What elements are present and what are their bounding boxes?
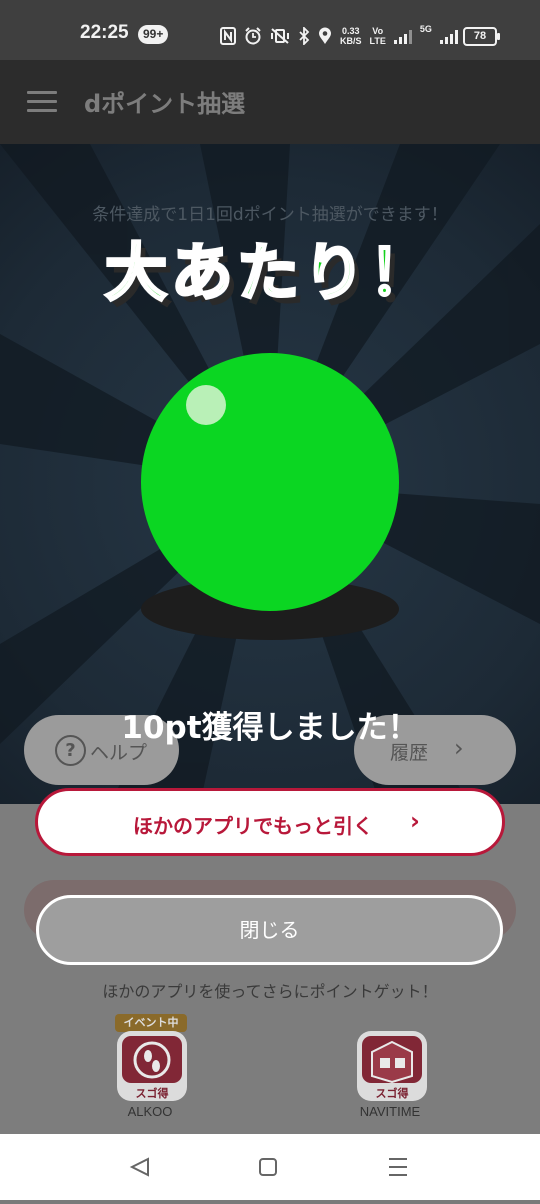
navitime-tag: スゴ得 [375, 1087, 409, 1100]
network-speed-value: 0.33 [341, 26, 360, 36]
menu-icon[interactable] [27, 91, 57, 113]
home-button[interactable] [238, 1134, 298, 1200]
navitime-app-name: NAVITIME [359, 1104, 421, 1119]
signal-5g-label: 5G [419, 24, 432, 34]
network-speed: 0.33 KB/S [340, 26, 362, 46]
signal-icon [393, 28, 412, 44]
alkoo-tag: スゴ得 [135, 1087, 169, 1100]
promo-text: ほかのアプリを使ってさらにポイントゲット！ [102, 982, 438, 1001]
status-icons: 0.33 KB/S Vo LTE 5G [220, 24, 458, 48]
close-button[interactable]: 閉じる [36, 895, 503, 965]
event-badge: イベント中 [115, 1014, 187, 1032]
draw-more-button[interactable]: ほかのアプリでもっと引く › [35, 788, 505, 856]
chevron-right-icon: › [410, 807, 420, 835]
navitime-app-tile[interactable]: スゴ得 [357, 1031, 427, 1101]
draw-more-label: ほかのアプリでもっと引く [133, 814, 373, 838]
alkoo-app-icon [122, 1036, 182, 1083]
volte-bottom: LTE [369, 36, 386, 46]
clock: 22:25 [80, 22, 129, 43]
location-icon [319, 27, 331, 44]
notification-count-badge: 99+ [138, 25, 169, 44]
lottery-ball [141, 353, 399, 611]
back-triangle-icon [129, 1157, 149, 1177]
alarm-icon [245, 27, 261, 45]
battery-icon: 78 [463, 27, 500, 46]
vibrate-off-icon [271, 28, 289, 44]
alkoo-app-name: ALKOO [127, 1104, 173, 1119]
ball-highlight [186, 385, 226, 425]
nfc-icon [220, 27, 236, 45]
menu-lines-icon [389, 1158, 407, 1176]
network-speed-unit: KB/S [340, 36, 362, 46]
volte-indicator: Vo LTE [370, 26, 386, 46]
navitime-app-icon [362, 1036, 422, 1084]
win-headline: 大あたり！ [103, 235, 435, 311]
alkoo-app-tile[interactable]: スゴ得 [117, 1031, 187, 1101]
home-square-icon [259, 1158, 277, 1176]
back-button[interactable] [110, 1134, 170, 1200]
signal-5g-icon [439, 28, 458, 44]
points-earned-text: 10pt獲得しました！ [121, 710, 419, 746]
app-bar: dポイント抽選 [0, 60, 540, 144]
status-bar: 22:25 99+ 0.33 KB/S Vo LTE 5G 78 [0, 0, 540, 60]
volte-top: Vo [372, 26, 384, 36]
page-title: dポイント抽選 [84, 90, 246, 118]
recent-apps-button[interactable] [368, 1134, 428, 1200]
bluetooth-icon [299, 27, 310, 45]
system-nav-bar [0, 1134, 540, 1200]
